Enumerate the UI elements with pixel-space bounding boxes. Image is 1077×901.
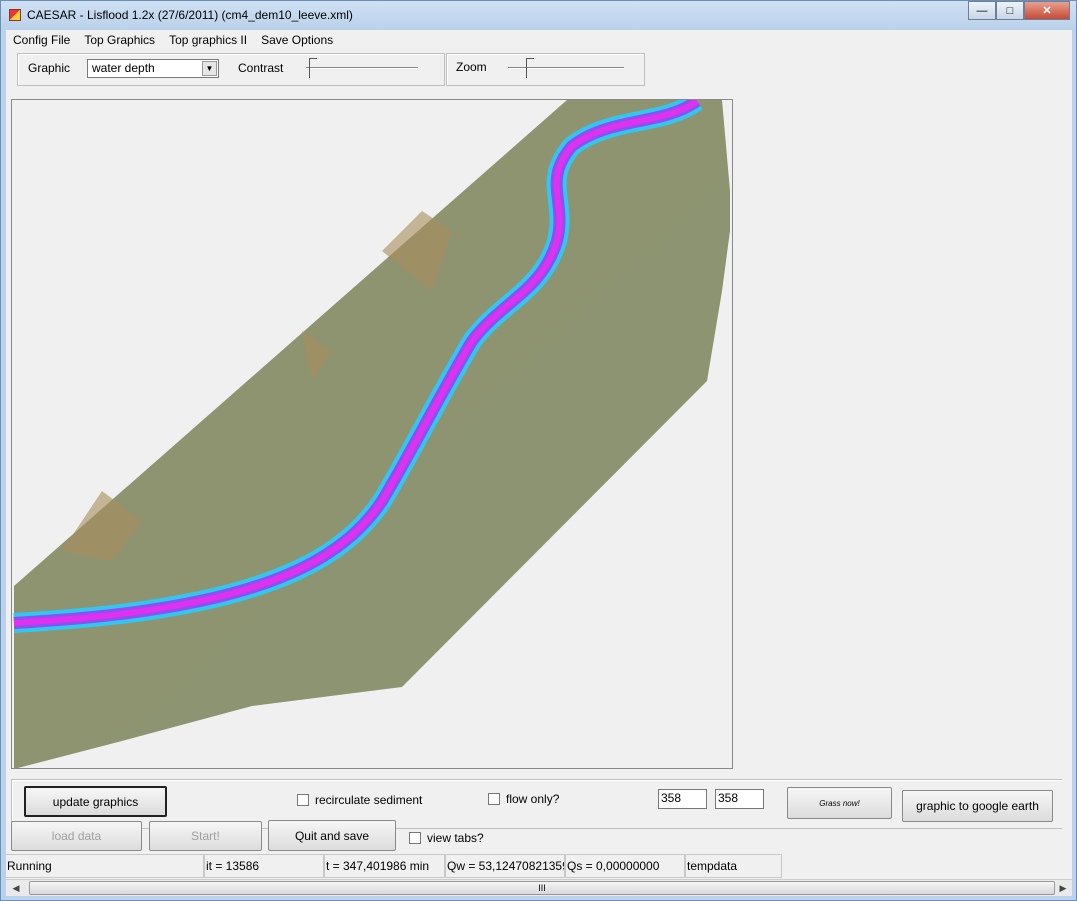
status-tempdata: tempdata: [685, 854, 782, 878]
quit-and-save-button[interactable]: Quit and save: [268, 820, 396, 851]
update-graphics-button[interactable]: update graphics: [24, 786, 167, 817]
field-1-input[interactable]: 358: [658, 789, 707, 809]
zoom-label: Zoom: [456, 60, 487, 74]
contrast-label: Contrast: [238, 61, 284, 75]
zoom-slider-thumb[interactable]: [526, 58, 534, 78]
scroll-right-icon[interactable]: ▶: [1055, 881, 1071, 895]
load-data-button[interactable]: load data: [11, 821, 142, 851]
status-time: t = 347,401986 min: [324, 854, 445, 878]
checkbox-box[interactable]: [409, 832, 421, 844]
app-icon: [9, 9, 21, 21]
contrast-slider-thumb[interactable]: [309, 58, 317, 78]
status-state: Running: [6, 854, 204, 878]
app-window: CAESAR - Lisflood 1.2x (27/6/2011) (cm4_…: [0, 0, 1077, 901]
field-2-input[interactable]: 358: [715, 789, 764, 809]
title-bar: CAESAR - Lisflood 1.2x (27/6/2011) (cm4_…: [9, 6, 353, 24]
flow-only-label: flow only?: [506, 792, 560, 806]
status-iteration: it = 13586: [204, 854, 324, 878]
horizontal-scrollbar[interactable]: ◀ III ▶: [6, 879, 1072, 896]
close-button[interactable]: ✕: [1024, 1, 1070, 20]
map-canvas[interactable]: [11, 92, 733, 769]
zoom-slider[interactable]: [508, 58, 624, 78]
checkbox-box[interactable]: [488, 793, 500, 805]
minimize-button[interactable]: —: [968, 1, 996, 20]
menu-config-file[interactable]: Config File: [6, 33, 77, 47]
chevron-down-icon[interactable]: ▼: [202, 61, 217, 76]
menu-bar: Config File Top Graphics Top graphics II…: [6, 30, 340, 50]
recirculate-sediment-label: recirculate sediment: [315, 793, 423, 807]
contrast-slider[interactable]: [306, 58, 418, 78]
menu-top-graphics[interactable]: Top Graphics: [77, 33, 162, 47]
graphic-label: Graphic: [28, 61, 71, 75]
status-qs: Qs = 0,00000000: [565, 854, 685, 878]
start-button[interactable]: Start!: [149, 821, 262, 851]
scroll-thumb[interactable]: III: [29, 881, 1055, 895]
water-depth-map: [13, 92, 730, 769]
scroll-left-icon[interactable]: ◀: [8, 881, 24, 895]
view-tabs-label: view tabs?: [427, 831, 484, 845]
maximize-button[interactable]: □: [996, 1, 1024, 20]
menu-save-options[interactable]: Save Options: [254, 33, 340, 47]
status-qw: Qw = 53,12470821359: [445, 854, 565, 878]
menu-top-graphics-ii[interactable]: Top graphics II: [162, 33, 254, 47]
grass-now-button[interactable]: Grass now!: [787, 787, 892, 819]
client-area: Config File Top Graphics Top graphics II…: [6, 30, 1072, 896]
flow-only-checkbox[interactable]: flow only?: [488, 792, 559, 806]
recirculate-sediment-checkbox[interactable]: recirculate sediment: [297, 793, 422, 807]
checkbox-box[interactable]: [297, 794, 309, 806]
graphic-select[interactable]: water depth ▼: [87, 59, 219, 78]
google-earth-button[interactable]: graphic to google earth: [902, 790, 1053, 822]
window-title: CAESAR - Lisflood 1.2x (27/6/2011) (cm4_…: [27, 8, 353, 22]
terrain: [14, 100, 730, 769]
view-tabs-checkbox[interactable]: view tabs?: [409, 831, 484, 845]
graphic-select-value: water depth: [92, 61, 155, 75]
